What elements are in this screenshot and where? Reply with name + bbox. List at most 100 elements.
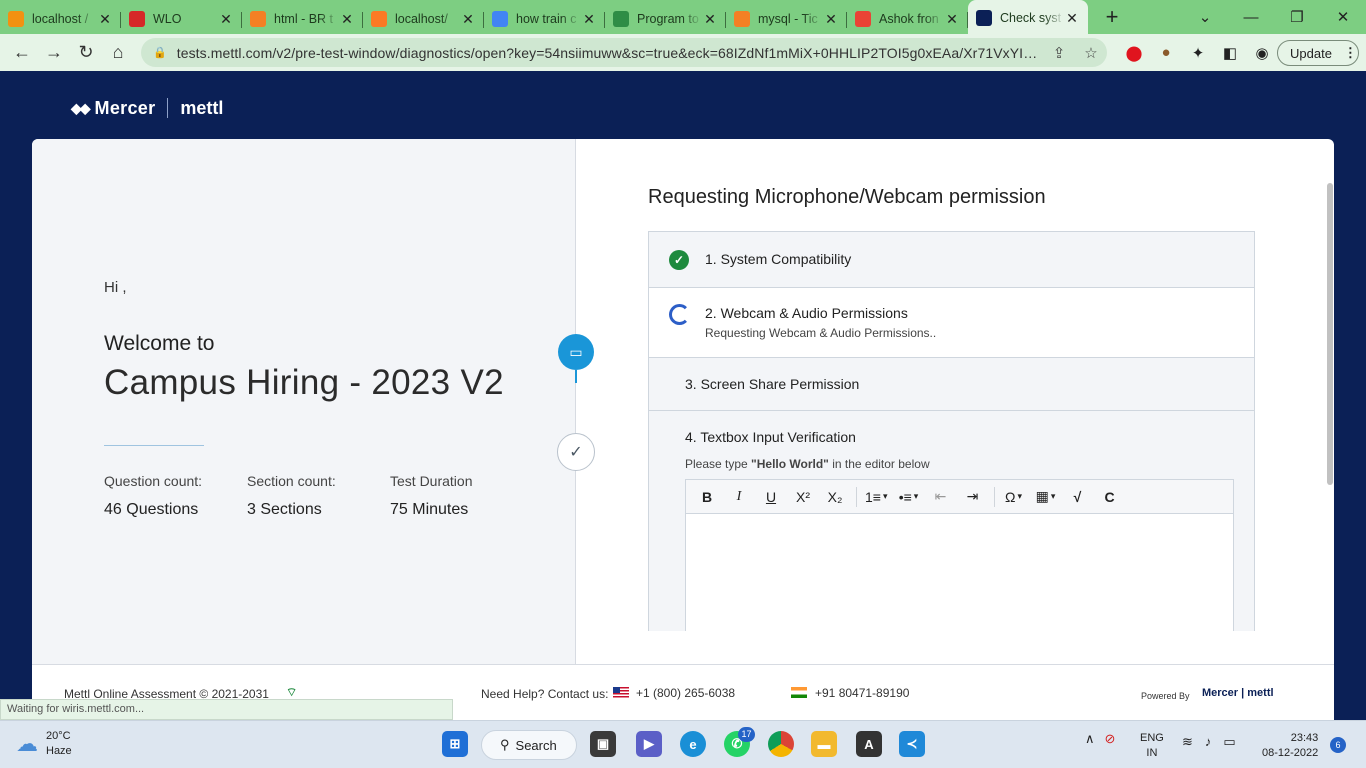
- bullet-list-button[interactable]: •≡ ▾: [894, 484, 924, 510]
- close-tab-icon[interactable]: ✕: [944, 11, 960, 28]
- numbered-list-icon: 1≡: [865, 488, 881, 505]
- home-button[interactable]: ⌂: [102, 42, 134, 63]
- clock-time: 23:43: [1290, 732, 1319, 744]
- chevron-up-icon[interactable]: ∧: [1085, 731, 1095, 747]
- bold-button[interactable]: B: [692, 484, 722, 510]
- stackoverflow-icon: [250, 11, 266, 27]
- us-flag-icon: [613, 687, 629, 698]
- browser-tab[interactable]: localhost / ✕: [0, 4, 121, 34]
- close-tab-icon[interactable]: ✕: [339, 11, 355, 28]
- italic-button[interactable]: I: [724, 484, 754, 510]
- indent-button[interactable]: ⇥: [958, 484, 988, 510]
- browser-tab[interactable]: how train c ✕: [484, 4, 605, 34]
- question-count: Question count: 46 Questions: [104, 473, 202, 519]
- notification-badge[interactable]: 6: [1330, 737, 1346, 753]
- editor-content-area[interactable]: [686, 514, 1233, 631]
- profile-avatar[interactable]: ◉: [1246, 44, 1278, 62]
- browser-status-text: Waiting for wiris.mettl.com...: [0, 699, 453, 720]
- network-warning-icon[interactable]: ⊘: [1105, 731, 1116, 747]
- reload-button[interactable]: ↻: [70, 42, 102, 63]
- close-tab-icon[interactable]: ✕: [581, 11, 597, 28]
- edge-icon[interactable]: e: [680, 731, 706, 757]
- close-tab-icon[interactable]: ✕: [460, 11, 476, 28]
- special-char-button[interactable]: Ω ▾: [999, 484, 1029, 510]
- url-text[interactable]: tests.mettl.com/v2/pre-test-window/diagn…: [177, 45, 1043, 61]
- share-icon[interactable]: ⇪: [1043, 44, 1075, 62]
- india-phone[interactable]: +91 80471-89190: [815, 686, 909, 700]
- language-indicator[interactable]: ENG IN: [1140, 731, 1164, 761]
- table-button[interactable]: ▦ ▾: [1031, 484, 1061, 510]
- volume-icon[interactable]: ♪: [1205, 734, 1212, 750]
- underline-button[interactable]: U: [756, 484, 786, 510]
- taskbar-clock[interactable]: 23:43 08-12-2022: [1262, 731, 1318, 761]
- system-tray: ∧ ⊘: [1085, 731, 1115, 747]
- browser-tab[interactable]: Program to ✕: [605, 4, 726, 34]
- stat-label: Test Duration: [390, 473, 473, 489]
- outdent-button[interactable]: ⇤: [926, 484, 956, 510]
- subscript-button[interactable]: X₂: [820, 484, 850, 510]
- browser-tab[interactable]: localhost/ ✕: [363, 4, 484, 34]
- chem-editor-button[interactable]: C: [1095, 484, 1125, 510]
- cookie-extension-icon[interactable]: ●: [1150, 44, 1182, 61]
- greeting: Hi ,: [104, 279, 127, 296]
- close-tab-icon[interactable]: ✕: [823, 11, 839, 28]
- mercer-logo-icon: ◆◆: [71, 99, 90, 116]
- teams-chat-icon[interactable]: ▶: [636, 731, 662, 757]
- file-explorer-icon[interactable]: ▬: [811, 731, 837, 757]
- check-label: 1. System Compatibility: [705, 251, 852, 267]
- close-tab-icon[interactable]: ✕: [218, 11, 234, 28]
- vscode-icon[interactable]: ≺: [899, 731, 925, 757]
- extensions-puzzle-icon[interactable]: ✦: [1182, 44, 1214, 62]
- us-phone[interactable]: +1 (800) 265-6038: [636, 686, 735, 700]
- editor-toolbar: B I U X² X₂ 1≡ ▾ •≡ ▾ ⇤ ⇥ Ω ▾ ▦ ▾ √ C: [686, 480, 1233, 514]
- browser-tab[interactable]: Check syst ✕: [968, 0, 1088, 34]
- update-button[interactable]: Update ⋮: [1277, 40, 1359, 66]
- browser-tab[interactable]: Ashok fron ✕: [847, 4, 968, 34]
- forward-button[interactable]: →: [38, 42, 70, 63]
- new-tab-button[interactable]: +: [1094, 4, 1130, 30]
- search-icon: ⚲: [500, 737, 510, 752]
- app-a-icon[interactable]: A: [856, 731, 882, 757]
- close-tab-icon[interactable]: ✕: [702, 11, 718, 28]
- browser-tab[interactable]: WLO ✕: [121, 4, 242, 34]
- chevron-down-icon: ▾: [1017, 491, 1022, 501]
- loading-spinner-icon: [669, 304, 690, 325]
- weather-widget[interactable]: ☁ 20°C Haze: [16, 729, 72, 759]
- numbered-list-button[interactable]: 1≡ ▾: [861, 484, 892, 510]
- tab-title: Check syst: [1000, 11, 1062, 25]
- check-sublabel: Requesting Webcam & Audio Permissions..: [705, 326, 937, 340]
- taskbar-search[interactable]: ⚲ Search: [481, 730, 577, 760]
- browser-tab[interactable]: html - BR t ✕: [242, 4, 363, 34]
- address-bar[interactable]: 🔒 tests.mettl.com/v2/pre-test-window/dia…: [141, 38, 1107, 67]
- stat-value: 75 Minutes: [390, 501, 469, 518]
- start-windows-icon[interactable]: ⊞: [442, 731, 468, 757]
- wifi-icon[interactable]: ≋: [1182, 734, 1193, 750]
- geeksforgeeks-icon: [613, 11, 629, 27]
- restore-button[interactable]: ❐: [1274, 8, 1320, 26]
- superscript-button[interactable]: X²: [788, 484, 818, 510]
- tab-title: WLO: [153, 12, 182, 26]
- close-window-button[interactable]: ✕: [1320, 8, 1366, 26]
- chrome-icon[interactable]: [768, 731, 794, 757]
- math-editor-button[interactable]: √: [1063, 484, 1093, 510]
- google-icon: [492, 11, 508, 27]
- task-view-icon[interactable]: ▣: [590, 731, 616, 757]
- bookmark-star-icon[interactable]: ☆: [1075, 44, 1107, 62]
- browser-tab[interactable]: mysql - Tic ✕: [726, 4, 847, 34]
- back-button[interactable]: ←: [6, 42, 38, 63]
- check-webcam-audio: 2. Webcam & Audio Permissions Requesting…: [649, 288, 1254, 358]
- opera-extension-icon[interactable]: ⬤: [1118, 44, 1150, 62]
- minimize-button[interactable]: —: [1228, 9, 1274, 26]
- lock-icon[interactable]: 🔒: [153, 46, 167, 59]
- close-tab-icon[interactable]: ✕: [1064, 10, 1080, 27]
- check-textbox-input: 4. Textbox Input Verification Please typ…: [649, 411, 1254, 631]
- rich-text-editor: B I U X² X₂ 1≡ ▾ •≡ ▾ ⇤ ⇥ Ω ▾ ▦ ▾ √ C: [685, 479, 1234, 631]
- browser-toolbar: ← → ↻ ⌂ 🔒 tests.mettl.com/v2/pre-test-wi…: [0, 34, 1366, 71]
- page-scrollbar[interactable]: [1327, 183, 1333, 485]
- side-panel-icon[interactable]: ◧: [1214, 44, 1246, 62]
- tab-search-icon[interactable]: ⌄: [1182, 8, 1228, 26]
- battery-icon[interactable]: ▭: [1223, 734, 1235, 750]
- chevron-down-icon: ▾: [882, 491, 888, 501]
- gmail-icon: [855, 11, 871, 27]
- close-tab-icon[interactable]: ✕: [97, 11, 113, 28]
